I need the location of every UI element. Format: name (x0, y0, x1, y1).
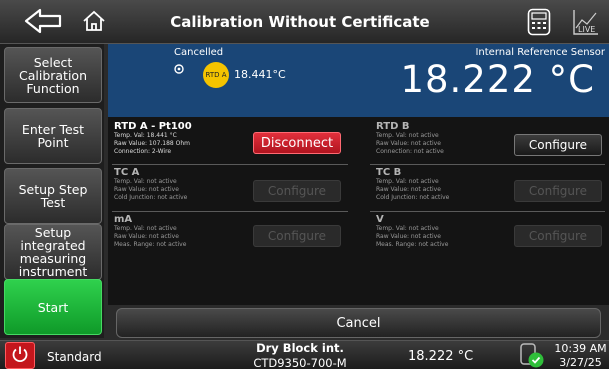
calculator-icon[interactable] (527, 8, 551, 40)
readout-panel: Cancelled RTD A 18.441°C Internal Refere… (108, 44, 609, 117)
rtd-a-info: RTD A - Pt100 Temp. Val: 18.441 °C Raw V… (114, 121, 192, 156)
configure-v-button[interactable]: Configure (514, 225, 602, 247)
channel-temp: Temp. Val: not active (114, 225, 177, 232)
channel-raw: Raw Value: not active (114, 233, 179, 240)
configure-tc-b-button[interactable]: Configure (514, 180, 602, 202)
v-info: V Temp. Val: not active Raw Value: not a… (376, 214, 448, 249)
channel-raw: Raw Value: not active (376, 233, 441, 240)
channel-cold-junction: Cold Junction: not active (376, 194, 450, 201)
power-button[interactable] (5, 342, 35, 369)
channel-raw: Raw Value: 107.188 Ohm (114, 140, 191, 147)
rtd-a-badge: RTD A (203, 62, 229, 88)
left-menu: Select Calibration Function Enter Test P… (0, 44, 104, 338)
select-calibration-function-button[interactable]: Select Calibration Function (4, 47, 102, 103)
calibration-status: Cancelled (174, 47, 224, 58)
channel-title: mA (114, 214, 133, 225)
channel-range: Meas. Range: not active (114, 241, 187, 248)
setup-step-test-button[interactable]: Setup Step Test (4, 168, 102, 224)
live-label: LIVE (578, 25, 595, 34)
configure-tc-a-button[interactable]: Configure (253, 180, 341, 202)
standard-label: Standard (47, 350, 102, 364)
channel-title: V (376, 214, 384, 225)
divider (370, 164, 605, 165)
disconnect-button[interactable]: Disconnect (253, 132, 341, 154)
channel-range: Meas. Range: not active (376, 241, 449, 248)
device-info: Dry Block int. CTD9350-700-M (240, 341, 360, 369)
device-model: CTD9350-700-M (253, 356, 347, 369)
home-icon[interactable] (82, 10, 106, 36)
back-arrow-icon[interactable] (22, 6, 64, 40)
channel-raw: Raw Value: not active (376, 140, 441, 147)
channel-raw: Raw Value: not active (114, 186, 179, 193)
rtd-b-info: RTD B Temp. Val: not active Raw Value: n… (376, 121, 444, 156)
channel-connection: Connection: 2-Wire (114, 148, 172, 155)
channel-temp: Temp. Val: not active (376, 225, 439, 232)
channel-temp: Temp. Val: not active (376, 132, 439, 139)
channel-raw: Raw Value: not active (376, 186, 441, 193)
channel-temp: Temp. Val: not active (114, 178, 177, 185)
cancel-button[interactable]: Cancel (116, 308, 601, 338)
tc-b-info: TC B Temp. Val: not active Raw Value: no… (376, 167, 449, 202)
start-button[interactable]: Start (4, 279, 102, 335)
clock: 10:39 AM 3/27/25 (552, 342, 609, 369)
power-icon (11, 345, 29, 367)
device-ok-icon (518, 342, 546, 369)
channel-panel: RTD A - Pt100 Temp. Val: 18.441 °C Raw V… (108, 117, 609, 305)
channel-temp: Temp. Val: not active (376, 178, 439, 185)
channel-title: RTD B (376, 121, 410, 132)
time: 10:39 AM (554, 342, 607, 355)
page-title: Calibration Without Certificate (170, 13, 430, 31)
channel-cold-junction: Cold Junction: not active (114, 194, 188, 201)
top-bar: Calibration Without Certificate LIVE (0, 0, 609, 44)
status-temperature: 18.222 °C (408, 349, 474, 364)
channel-temp: Temp. Val: 18.441 °C (114, 132, 177, 139)
reference-temperature-value: 18.222 °C (400, 58, 595, 101)
channel-title: TC B (376, 167, 402, 178)
divider (370, 211, 605, 212)
reference-sensor-label: Internal Reference Sensor (475, 47, 605, 58)
rtd-a-readout: 18.441°C (234, 68, 286, 81)
status-bar: Standard Dry Block int. CTD9350-700-M 18… (0, 340, 609, 369)
channel-title: TC A (114, 167, 140, 178)
channel-title: RTD A - Pt100 (114, 121, 192, 132)
live-chart-icon[interactable]: LIVE (570, 8, 600, 42)
tc-a-info: TC A Temp. Val: not active Raw Value: no… (114, 167, 187, 202)
configure-rtd-b-button[interactable]: Configure (514, 134, 602, 156)
date: 3/27/25 (559, 356, 602, 369)
channel-connection: Connection: not active (376, 148, 444, 155)
divider (112, 211, 348, 212)
device-name: Dry Block int. (256, 341, 344, 355)
enter-test-point-button[interactable]: Enter Test Point (4, 108, 102, 164)
setup-integrated-instrument-button[interactable]: Setup integrated measuring instrument (4, 224, 102, 280)
divider (112, 164, 348, 165)
configure-ma-button[interactable]: Configure (253, 225, 341, 247)
target-icon (174, 64, 184, 77)
ma-info: mA Temp. Val: not active Raw Value: not … (114, 214, 186, 249)
